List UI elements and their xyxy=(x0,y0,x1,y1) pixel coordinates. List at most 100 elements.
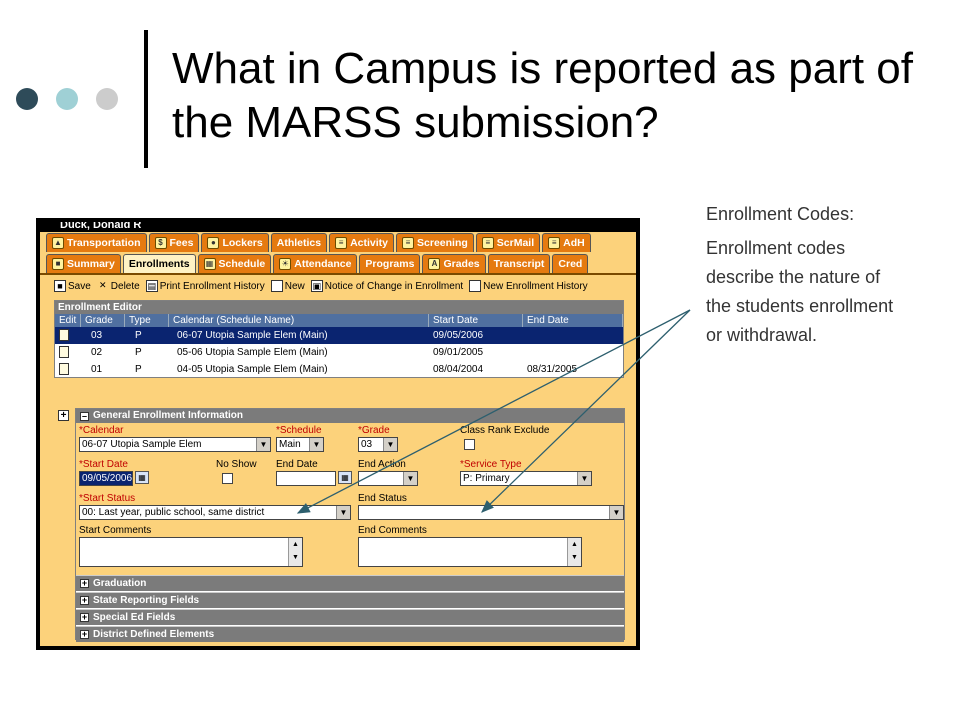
tab-fees[interactable]: $ Fees xyxy=(148,233,200,252)
scroll-up-icon[interactable]: ▲ xyxy=(568,538,581,551)
notice-icon: ▣ xyxy=(310,280,323,292)
note-heading: Enrollment Codes: xyxy=(706,204,855,224)
calendar-select[interactable]: 06-07 Utopia Sample Elem ▼ xyxy=(79,437,271,452)
tab-adh[interactable]: ≡ AdH xyxy=(542,233,591,252)
grade-select[interactable]: 03 ▼ xyxy=(358,437,398,452)
table-row[interactable]: 02 P 05-06 Utopia Sample Elem (Main) 09/… xyxy=(55,344,623,361)
editor-title: Enrollment Editor xyxy=(55,301,623,314)
end-comments-input[interactable]: ▲ ▼ xyxy=(358,537,582,567)
side-note: Enrollment Codes: Enrollment codes descr… xyxy=(706,200,906,355)
save-button[interactable]: ■ Save xyxy=(54,280,91,292)
tab-schedule[interactable]: ▦ Schedule xyxy=(197,254,272,273)
enrollment-editor: Enrollment Editor Edit Grade Type Calend… xyxy=(54,300,624,378)
scroll-up-icon[interactable]: ▲ xyxy=(289,538,302,551)
notice-change-button[interactable]: ▣ Notice of Change in Enrollment xyxy=(310,280,463,292)
tab-scrmail[interactable]: ≡ ScrMail xyxy=(475,233,541,252)
end-action-select[interactable]: ▼ xyxy=(358,471,418,486)
start-date-field: *Start Date 09/05/2006 ▦ xyxy=(79,459,159,486)
note-body: Enrollment codes describe the nature of … xyxy=(706,238,894,345)
general-enrollment-body: *Calendar 06-07 Utopia Sample Elem ▼ *Sch… xyxy=(76,423,624,575)
scroll-down-icon[interactable]: ▼ xyxy=(289,551,302,564)
tab-activity[interactable]: ≡ Activity xyxy=(329,233,395,252)
tab-transcript[interactable]: Transcript xyxy=(487,254,551,273)
calendar-icon[interactable]: ▦ xyxy=(135,471,150,484)
start-status-select[interactable]: 00: Last year, public school, same distr… xyxy=(79,505,351,520)
tab-divider xyxy=(40,273,636,275)
general-enrollment-header[interactable]: – General Enrollment Information xyxy=(76,409,624,423)
bus-icon: ▲ xyxy=(52,237,64,249)
col-end-date[interactable]: End Date xyxy=(523,314,623,327)
end-date-input[interactable] xyxy=(276,471,336,486)
start-status-field: *Start Status 00: Last year, public scho… xyxy=(79,493,351,520)
end-status-select[interactable]: ▼ xyxy=(358,505,624,520)
decorative-dots xyxy=(16,88,126,112)
chevron-down-icon: ▼ xyxy=(403,472,417,485)
calendar-icon[interactable]: ▦ xyxy=(338,471,352,484)
table-row[interactable]: 01 P 04-05 Utopia Sample Elem (Main) 08/… xyxy=(55,361,623,378)
end-status-field: End Status ▼ xyxy=(358,493,624,520)
tab-programs[interactable]: Programs xyxy=(359,254,421,273)
col-grade[interactable]: Grade xyxy=(81,314,125,327)
tab-grades[interactable]: A Grades xyxy=(422,254,486,273)
schedule-select[interactable]: Main ▼ xyxy=(276,437,324,452)
section-graduation[interactable]: + Graduation xyxy=(76,575,624,591)
tab-cred[interactable]: Cred xyxy=(552,254,589,273)
chevron-down-icon: ▼ xyxy=(383,438,397,451)
tab-enrollments[interactable]: Enrollments xyxy=(122,254,196,273)
col-start-date[interactable]: Start Date xyxy=(429,314,523,327)
title-rule xyxy=(144,30,148,168)
tab-row-2: ■ Summary Enrollments ▦ Schedule ☀ Attendan… xyxy=(46,254,589,273)
edit-note-icon[interactable] xyxy=(59,329,69,341)
new-button[interactable]: New xyxy=(270,280,305,292)
no-show-checkbox[interactable] xyxy=(222,473,233,484)
lock-icon: ● xyxy=(207,237,220,249)
tab-attendance[interactable]: ☀ Attendance xyxy=(273,254,358,273)
section-special-ed[interactable]: + Special Ed Fields xyxy=(76,609,624,625)
card-icon: ≡ xyxy=(548,237,561,249)
chevron-down-icon: ▼ xyxy=(577,472,591,485)
dot-gray xyxy=(96,88,118,110)
col-type[interactable]: Type xyxy=(125,314,169,327)
end-action-field: End Action ▼ xyxy=(358,459,418,486)
new-history-button[interactable]: New Enrollment History xyxy=(469,280,588,292)
tab-screening[interactable]: ≡ Screening xyxy=(396,233,474,252)
chevron-down-icon: ▼ xyxy=(256,438,270,451)
end-date-field: End Date ▦ xyxy=(276,459,356,489)
chevron-down-icon: ▼ xyxy=(609,506,623,519)
card-icon: ≡ xyxy=(481,237,494,249)
expand-all-button[interactable]: + xyxy=(58,410,69,421)
start-comments-input[interactable]: ▲ ▼ xyxy=(79,537,303,567)
end-comments-field: End Comments ▲ ▼ xyxy=(358,525,582,567)
scrollbar[interactable]: ▲ ▼ xyxy=(288,538,302,566)
tab-row-1: ▲ Transportation $ Fees ● Lockers Athletics… xyxy=(46,233,591,252)
collapse-icon[interactable]: – xyxy=(80,411,89,421)
tab-athletics[interactable]: Athletics xyxy=(270,233,328,252)
print-history-button[interactable]: ▤ Print Enrollment History xyxy=(145,280,265,292)
delete-button[interactable]: ✕ Delete xyxy=(97,280,140,292)
service-type-select[interactable]: P: Primary ▼ xyxy=(460,471,592,486)
scroll-down-icon[interactable]: ▼ xyxy=(568,551,581,564)
slide-title: What in Campus is reported as part of th… xyxy=(172,44,913,147)
summary-icon: ■ xyxy=(52,258,64,270)
class-rank-checkbox[interactable] xyxy=(464,439,475,450)
table-row[interactable]: 03 P 06-07 Utopia Sample Elem (Main) 09/… xyxy=(55,327,623,344)
tab-summary[interactable]: ■ Summary xyxy=(46,254,121,273)
tab-transportation[interactable]: ▲ Transportation xyxy=(46,233,147,252)
new-page-icon xyxy=(270,280,283,292)
new-page-icon xyxy=(469,280,482,292)
scrollbar[interactable]: ▲ ▼ xyxy=(567,538,581,566)
start-comments-field: Start Comments ▲ ▼ xyxy=(79,525,303,567)
service-type-field: *Service Type P: Primary ▼ xyxy=(460,459,592,486)
dot-teal xyxy=(56,88,78,110)
class-rank-field: Class Rank Exclude xyxy=(460,425,570,453)
grades-icon: A xyxy=(428,258,441,270)
card-icon: ≡ xyxy=(335,237,348,249)
edit-note-icon[interactable] xyxy=(59,346,69,358)
tab-lockers[interactable]: ● Lockers xyxy=(201,233,269,252)
start-date-input[interactable]: 09/05/2006 xyxy=(79,471,134,486)
section-district-defined[interactable]: + District Defined Elements xyxy=(76,626,624,642)
col-edit[interactable]: Edit xyxy=(55,314,81,327)
col-calendar[interactable]: Calendar (Schedule Name) xyxy=(169,314,429,327)
edit-note-icon[interactable] xyxy=(59,363,69,375)
section-state-reporting[interactable]: + State Reporting Fields xyxy=(76,592,624,608)
